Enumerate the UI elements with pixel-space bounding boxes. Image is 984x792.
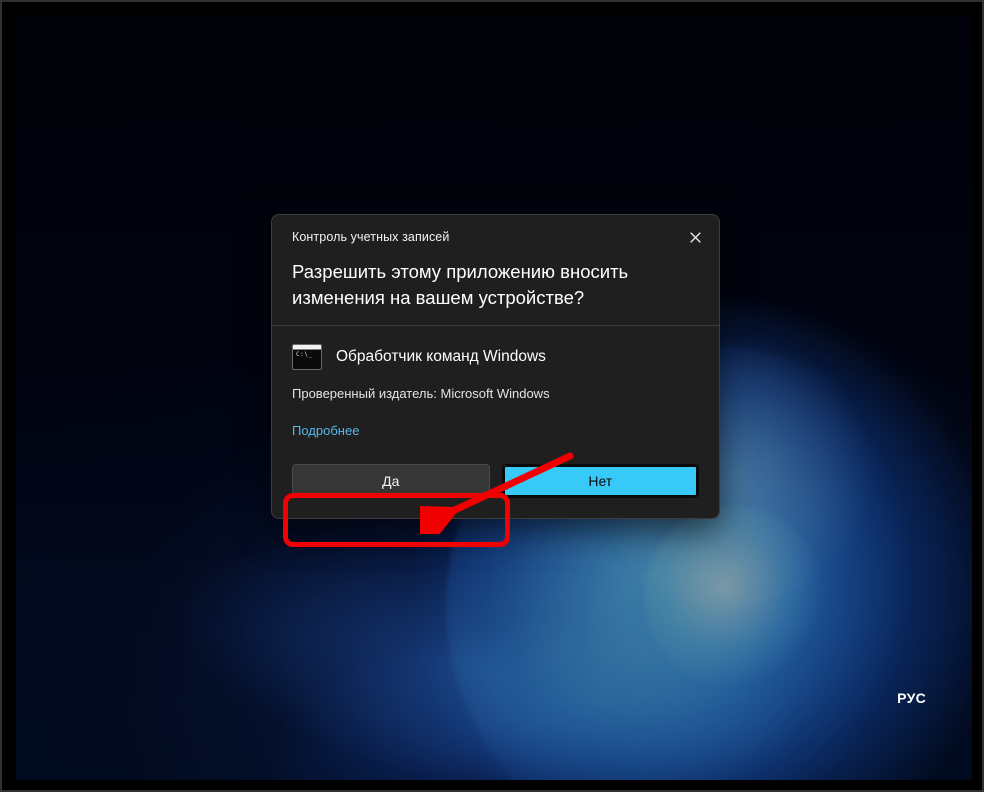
verified-publisher-text: Проверенный издатель: Microsoft Windows <box>272 380 719 407</box>
no-button[interactable]: Нет <box>502 464 700 498</box>
app-name: Обработчик команд Windows <box>336 348 546 366</box>
show-more-details-link[interactable]: Подробнее <box>272 407 379 464</box>
close-button[interactable] <box>681 225 709 249</box>
dialog-header-title: Контроль учетных записей <box>292 230 449 244</box>
app-info-row: Обработчик команд Windows <box>272 326 719 380</box>
uac-question-text: Разрешить этому приложению вносить измен… <box>272 255 719 325</box>
input-language-indicator[interactable]: РУС <box>897 690 926 706</box>
dialog-header: Контроль учетных записей <box>272 215 719 255</box>
dialog-button-row: Да Нет <box>272 464 719 518</box>
close-icon <box>690 232 701 243</box>
yes-button[interactable]: Да <box>292 464 490 498</box>
cmd-icon <box>292 344 322 370</box>
screenshot-frame: РУС Контроль учетных записей Разрешить э… <box>0 0 984 792</box>
uac-dialog: Контроль учетных записей Разрешить этому… <box>271 214 720 519</box>
